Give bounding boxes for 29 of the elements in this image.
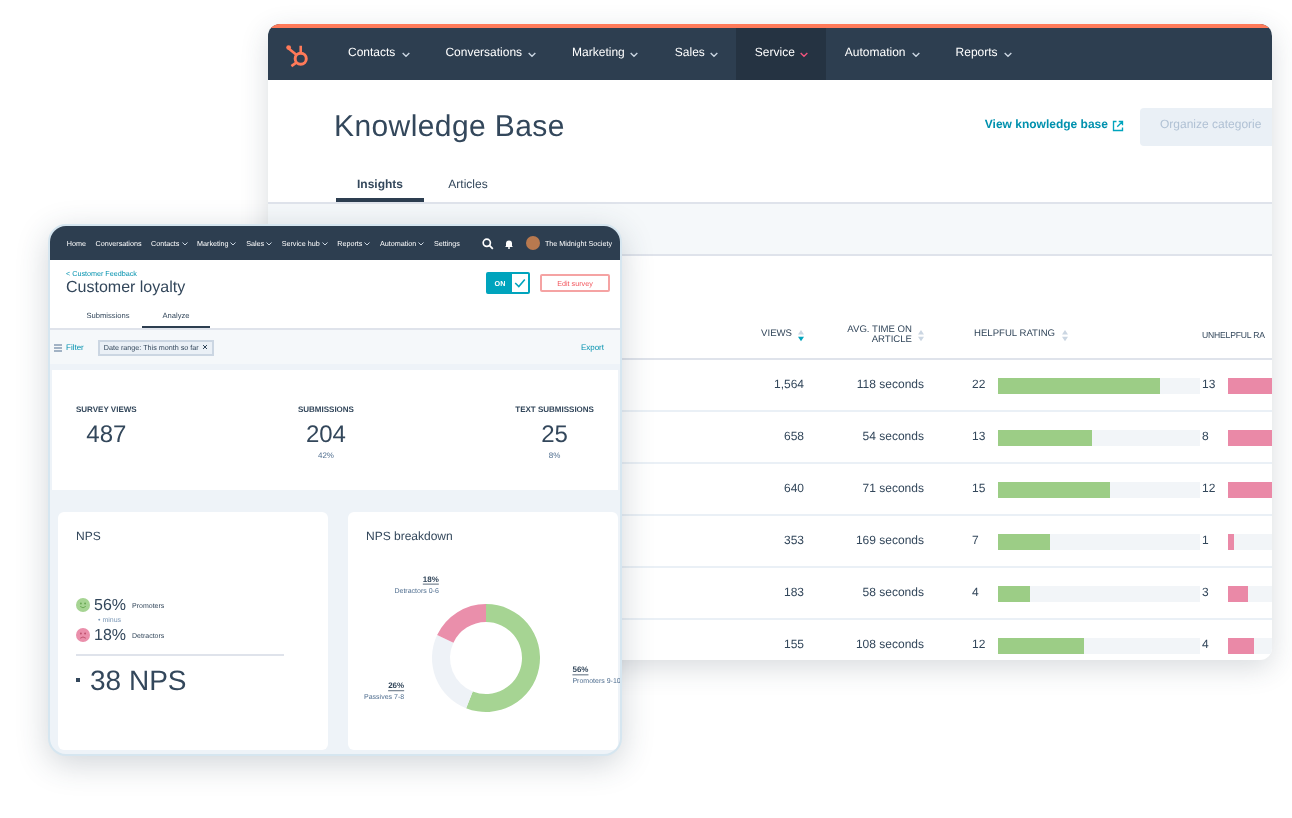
sort-icon (1061, 329, 1068, 341)
stat-value: 487 (86, 420, 127, 448)
caret-icon (528, 51, 537, 57)
caret-icon (800, 51, 809, 57)
caret-icon (911, 51, 920, 57)
check-icon (514, 278, 526, 288)
caret-icon (1003, 51, 1012, 57)
sprocket-logo-icon[interactable] (284, 41, 310, 67)
filter-icon (54, 343, 62, 351)
caret-icon (630, 51, 639, 57)
promoters-percent: 56% (94, 596, 127, 614)
dash-icon (76, 678, 80, 682)
detractors-percent: 18% (94, 626, 127, 644)
sort-icon (918, 329, 924, 341)
bell-icon[interactable] (504, 237, 515, 249)
survey-title: Customer loyalty (66, 278, 188, 296)
caret-icon (401, 51, 410, 57)
smiley-face-icon (76, 598, 90, 612)
nps-score: 38 NPS (90, 664, 187, 696)
search-icon[interactable] (482, 237, 495, 249)
sort-icon (798, 329, 804, 341)
avatar[interactable] (526, 236, 541, 250)
stat-value: 204 (305, 420, 346, 448)
external-link-icon (1112, 120, 1124, 132)
caret-icon (710, 51, 719, 57)
close-icon[interactable] (202, 344, 209, 350)
page-title: Knowledge Base (334, 109, 565, 143)
stat-value: 25 (541, 420, 568, 448)
frowning-face-icon (76, 628, 90, 642)
